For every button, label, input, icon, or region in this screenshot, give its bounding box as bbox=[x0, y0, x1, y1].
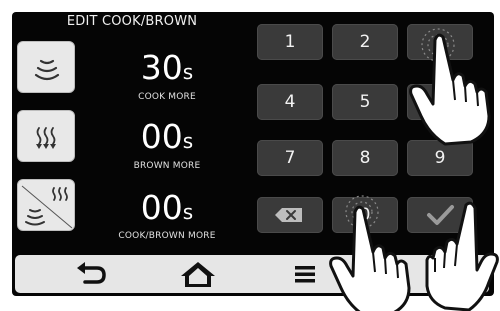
cook-more-unit: s bbox=[182, 60, 194, 84]
menu-icon[interactable] bbox=[285, 259, 325, 289]
home-icon[interactable] bbox=[178, 259, 218, 289]
heat-waves-icon bbox=[36, 127, 56, 149]
cook-brown-combo-icon bbox=[21, 185, 73, 229]
cook-brown-more-time: 00s bbox=[102, 190, 232, 230]
key-7[interactable]: 7 bbox=[257, 140, 323, 176]
cook-brown-more-unit: s bbox=[182, 200, 194, 224]
checkmark-icon bbox=[427, 205, 454, 225]
key-9[interactable]: 9 bbox=[407, 140, 473, 176]
key-0[interactable]: 0 bbox=[332, 197, 398, 233]
bottom-nav-bar bbox=[15, 255, 489, 293]
brown-more-button[interactable] bbox=[17, 110, 75, 162]
confirm-key[interactable] bbox=[407, 197, 473, 233]
cook-more-time: 30s bbox=[102, 50, 232, 90]
brown-more-label: BROWN MORE bbox=[133, 161, 201, 171]
key-6[interactable]: 6 bbox=[407, 84, 473, 120]
cook-brown-more-value: 00 bbox=[140, 188, 183, 227]
cook-brown-more-label: COOK/BROWN MORE bbox=[118, 231, 216, 241]
cook-more-value: 30 bbox=[140, 48, 183, 87]
cook-brown-more-button[interactable] bbox=[17, 179, 75, 231]
key-2[interactable]: 2 bbox=[332, 24, 398, 60]
screen-title: EDIT COOK/BROWN bbox=[66, 14, 198, 29]
key-5[interactable]: 5 bbox=[332, 84, 398, 120]
cook-more-label: COOK MORE bbox=[138, 92, 196, 102]
microwave-waves-icon bbox=[34, 59, 60, 81]
key-1[interactable]: 1 bbox=[257, 24, 323, 60]
key-3[interactable]: 3 bbox=[407, 24, 473, 60]
brown-more-unit: s bbox=[182, 129, 194, 153]
control-panel-screen: EDIT COOK/BROWN 30s COOK MORE 00s BROWN … bbox=[12, 12, 494, 296]
brown-more-time: 00s bbox=[102, 119, 232, 159]
key-4[interactable]: 4 bbox=[257, 84, 323, 120]
back-arrow-icon[interactable] bbox=[71, 259, 111, 289]
cook-more-button[interactable] bbox=[17, 41, 75, 93]
key-8[interactable]: 8 bbox=[332, 140, 398, 176]
brown-more-value: 00 bbox=[140, 117, 183, 156]
backspace-icon bbox=[275, 208, 302, 222]
backspace-key[interactable] bbox=[257, 197, 323, 233]
